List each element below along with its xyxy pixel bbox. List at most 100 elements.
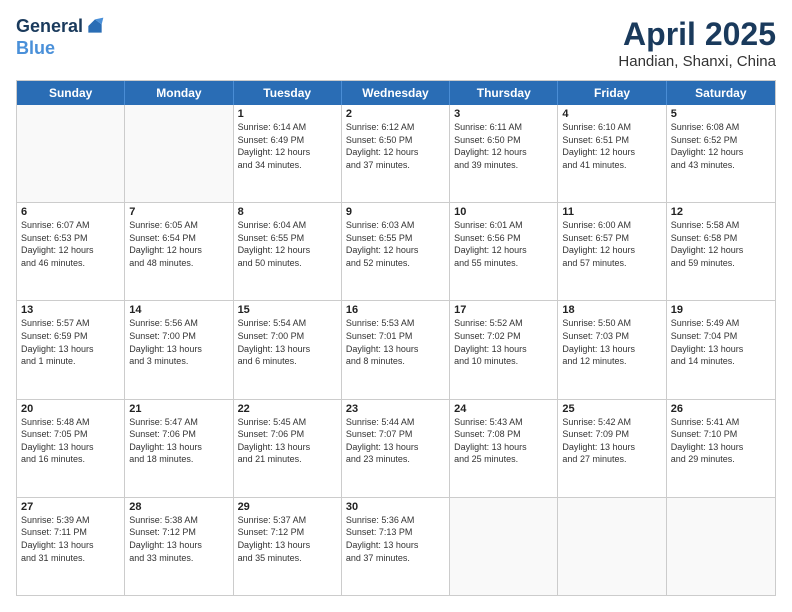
day-number: 5 [671,108,771,120]
header-day-friday: Friday [558,81,666,105]
calendar-cell [450,498,558,595]
calendar-cell: 7Sunrise: 6:05 AMSunset: 6:54 PMDaylight… [125,203,233,300]
calendar-cell: 11Sunrise: 6:00 AMSunset: 6:57 PMDayligh… [558,203,666,300]
day-number: 1 [238,108,337,120]
header: General Blue April 2025 Handian, Shanxi,… [16,16,776,70]
cell-info: Sunrise: 6:05 AMSunset: 6:54 PMDaylight:… [129,219,228,269]
cell-info: Sunrise: 5:49 AMSunset: 7:04 PMDaylight:… [671,317,771,367]
calendar-cell: 3Sunrise: 6:11 AMSunset: 6:50 PMDaylight… [450,105,558,202]
logo-blue: Blue [16,38,55,59]
day-number: 22 [238,403,337,415]
cell-info: Sunrise: 5:58 AMSunset: 6:58 PMDaylight:… [671,219,771,269]
calendar-cell: 6Sunrise: 6:07 AMSunset: 6:53 PMDaylight… [17,203,125,300]
calendar-cell: 20Sunrise: 5:48 AMSunset: 7:05 PMDayligh… [17,400,125,497]
logo-text: General [16,17,83,37]
day-number: 4 [562,108,661,120]
day-number: 21 [129,403,228,415]
day-number: 7 [129,206,228,218]
calendar-cell: 1Sunrise: 6:14 AMSunset: 6:49 PMDaylight… [234,105,342,202]
calendar-row-1: 1Sunrise: 6:14 AMSunset: 6:49 PMDaylight… [17,105,775,203]
calendar-cell [17,105,125,202]
day-number: 2 [346,108,445,120]
cell-info: Sunrise: 6:14 AMSunset: 6:49 PMDaylight:… [238,121,337,171]
cell-info: Sunrise: 5:43 AMSunset: 7:08 PMDaylight:… [454,416,553,466]
cell-info: Sunrise: 6:11 AMSunset: 6:50 PMDaylight:… [454,121,553,171]
cell-info: Sunrise: 6:10 AMSunset: 6:51 PMDaylight:… [562,121,661,171]
header-day-saturday: Saturday [667,81,775,105]
calendar-cell: 16Sunrise: 5:53 AMSunset: 7:01 PMDayligh… [342,301,450,398]
calendar-cell: 12Sunrise: 5:58 AMSunset: 6:58 PMDayligh… [667,203,775,300]
cell-info: Sunrise: 5:57 AMSunset: 6:59 PMDaylight:… [21,317,120,367]
day-number: 23 [346,403,445,415]
logo-icon [85,16,105,36]
title-area: April 2025 Handian, Shanxi, China [618,16,776,70]
calendar-cell: 13Sunrise: 5:57 AMSunset: 6:59 PMDayligh… [17,301,125,398]
header-day-thursday: Thursday [450,81,558,105]
cell-info: Sunrise: 5:42 AMSunset: 7:09 PMDaylight:… [562,416,661,466]
calendar-row-5: 27Sunrise: 5:39 AMSunset: 7:11 PMDayligh… [17,498,775,595]
day-number: 25 [562,403,661,415]
page: General Blue April 2025 Handian, Shanxi,… [0,0,792,612]
calendar-cell [125,105,233,202]
calendar-cell: 5Sunrise: 6:08 AMSunset: 6:52 PMDaylight… [667,105,775,202]
calendar-cell: 14Sunrise: 5:56 AMSunset: 7:00 PMDayligh… [125,301,233,398]
calendar-cell: 29Sunrise: 5:37 AMSunset: 7:12 PMDayligh… [234,498,342,595]
day-number: 28 [129,501,228,513]
header-day-wednesday: Wednesday [342,81,450,105]
day-number: 6 [21,206,120,218]
calendar-cell: 28Sunrise: 5:38 AMSunset: 7:12 PMDayligh… [125,498,233,595]
day-number: 8 [238,206,337,218]
calendar-cell: 26Sunrise: 5:41 AMSunset: 7:10 PMDayligh… [667,400,775,497]
header-day-monday: Monday [125,81,233,105]
cell-info: Sunrise: 6:00 AMSunset: 6:57 PMDaylight:… [562,219,661,269]
cell-info: Sunrise: 5:44 AMSunset: 7:07 PMDaylight:… [346,416,445,466]
cell-info: Sunrise: 5:47 AMSunset: 7:06 PMDaylight:… [129,416,228,466]
day-number: 9 [346,206,445,218]
cell-info: Sunrise: 5:48 AMSunset: 7:05 PMDaylight:… [21,416,120,466]
calendar-cell: 2Sunrise: 6:12 AMSunset: 6:50 PMDaylight… [342,105,450,202]
calendar-cell: 27Sunrise: 5:39 AMSunset: 7:11 PMDayligh… [17,498,125,595]
calendar-body: 1Sunrise: 6:14 AMSunset: 6:49 PMDaylight… [17,105,775,595]
location-subtitle: Handian, Shanxi, China [618,53,776,70]
calendar-cell: 15Sunrise: 5:54 AMSunset: 7:00 PMDayligh… [234,301,342,398]
calendar-cell: 17Sunrise: 5:52 AMSunset: 7:02 PMDayligh… [450,301,558,398]
calendar-row-4: 20Sunrise: 5:48 AMSunset: 7:05 PMDayligh… [17,400,775,498]
day-number: 24 [454,403,553,415]
calendar-cell: 25Sunrise: 5:42 AMSunset: 7:09 PMDayligh… [558,400,666,497]
cell-info: Sunrise: 5:53 AMSunset: 7:01 PMDaylight:… [346,317,445,367]
cell-info: Sunrise: 6:01 AMSunset: 6:56 PMDaylight:… [454,219,553,269]
calendar-cell: 8Sunrise: 6:04 AMSunset: 6:55 PMDaylight… [234,203,342,300]
cell-info: Sunrise: 5:50 AMSunset: 7:03 PMDaylight:… [562,317,661,367]
cell-info: Sunrise: 5:38 AMSunset: 7:12 PMDaylight:… [129,514,228,564]
day-number: 29 [238,501,337,513]
day-number: 14 [129,304,228,316]
calendar-cell: 22Sunrise: 5:45 AMSunset: 7:06 PMDayligh… [234,400,342,497]
calendar-cell: 23Sunrise: 5:44 AMSunset: 7:07 PMDayligh… [342,400,450,497]
day-number: 20 [21,403,120,415]
calendar-cell: 4Sunrise: 6:10 AMSunset: 6:51 PMDaylight… [558,105,666,202]
day-number: 30 [346,501,445,513]
day-number: 27 [21,501,120,513]
cell-info: Sunrise: 6:12 AMSunset: 6:50 PMDaylight:… [346,121,445,171]
cell-info: Sunrise: 5:39 AMSunset: 7:11 PMDaylight:… [21,514,120,564]
header-day-sunday: Sunday [17,81,125,105]
calendar-cell: 19Sunrise: 5:49 AMSunset: 7:04 PMDayligh… [667,301,775,398]
cell-info: Sunrise: 5:56 AMSunset: 7:00 PMDaylight:… [129,317,228,367]
day-number: 19 [671,304,771,316]
calendar-cell: 24Sunrise: 5:43 AMSunset: 7:08 PMDayligh… [450,400,558,497]
calendar-cell: 9Sunrise: 6:03 AMSunset: 6:55 PMDaylight… [342,203,450,300]
day-number: 26 [671,403,771,415]
cell-info: Sunrise: 5:52 AMSunset: 7:02 PMDaylight:… [454,317,553,367]
logo: General Blue [16,16,105,59]
day-number: 12 [671,206,771,218]
calendar-cell: 30Sunrise: 5:36 AMSunset: 7:13 PMDayligh… [342,498,450,595]
day-number: 3 [454,108,553,120]
cell-info: Sunrise: 5:36 AMSunset: 7:13 PMDaylight:… [346,514,445,564]
day-number: 10 [454,206,553,218]
calendar: SundayMondayTuesdayWednesdayThursdayFrid… [16,80,776,596]
cell-info: Sunrise: 6:07 AMSunset: 6:53 PMDaylight:… [21,219,120,269]
day-number: 17 [454,304,553,316]
day-number: 16 [346,304,445,316]
calendar-cell: 18Sunrise: 5:50 AMSunset: 7:03 PMDayligh… [558,301,666,398]
day-number: 13 [21,304,120,316]
